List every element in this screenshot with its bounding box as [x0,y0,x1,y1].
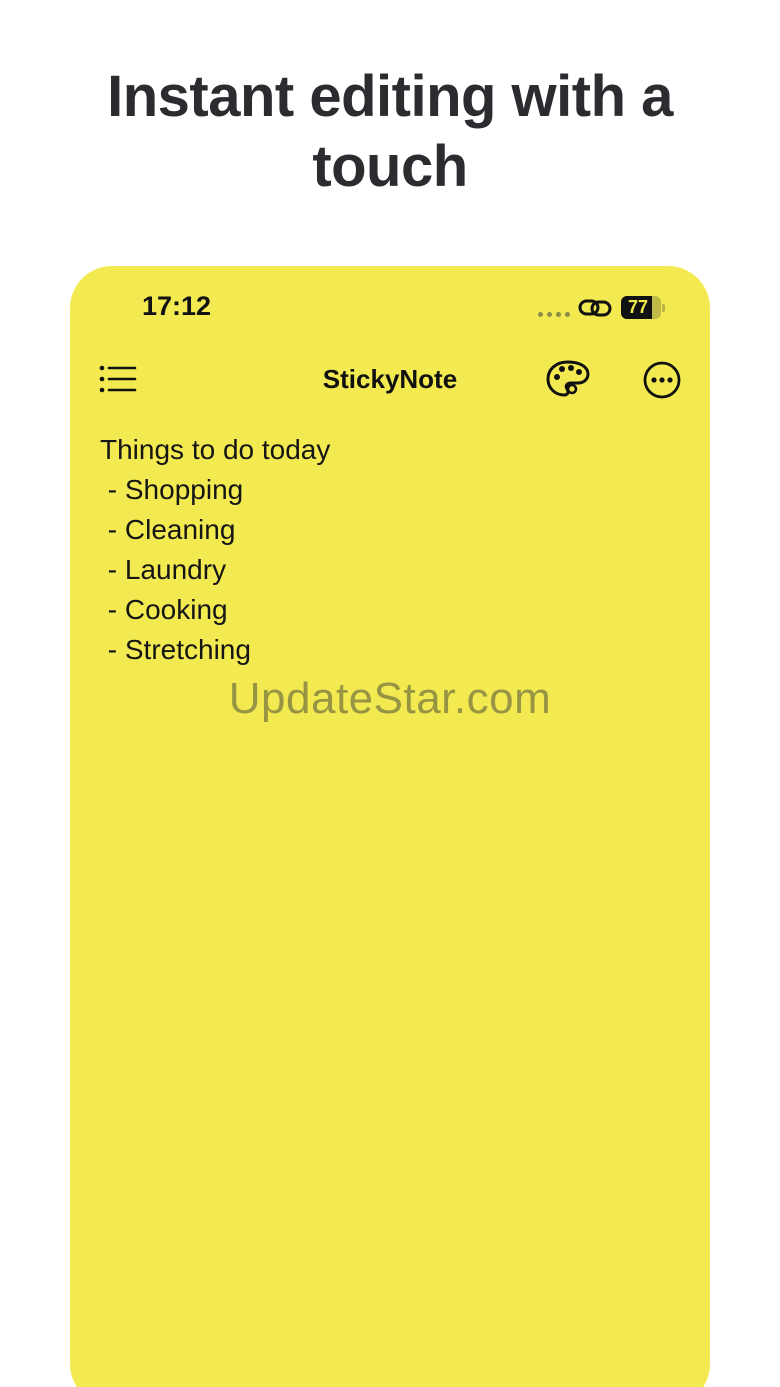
note-line: - Cooking [100,594,228,625]
palette-icon[interactable] [545,358,591,400]
battery-level: 77 [627,297,649,317]
note-line: Things to do today [100,434,331,465]
signal-dots-icon [538,312,570,317]
note-line: - Cleaning [100,514,236,545]
status-bar: 17:12 77 [70,266,710,350]
link-icon [578,299,612,317]
watermark-text: UpdateStar.com [228,674,552,723]
note-line: - Stretching [100,634,251,665]
status-time: 17:12 [142,291,212,321]
promo-headline: Instant editing with a touch [107,64,673,199]
ellipsis-circle-icon[interactable] [642,360,682,400]
screenshot-page: Instant editing with a touch 17:12 77 St… [0,0,780,1387]
phone-screen: 17:12 77 StickyNote Things to do today -… [70,266,710,1387]
note-text-area[interactable]: Things to do today - Shopping - Cleaning… [100,430,680,670]
battery-icon: 77 [621,296,665,319]
note-line: - Laundry [100,554,227,585]
app-title: StickyNote [322,364,458,394]
note-line: - Shopping [100,474,244,505]
list-icon[interactable] [98,360,138,400]
